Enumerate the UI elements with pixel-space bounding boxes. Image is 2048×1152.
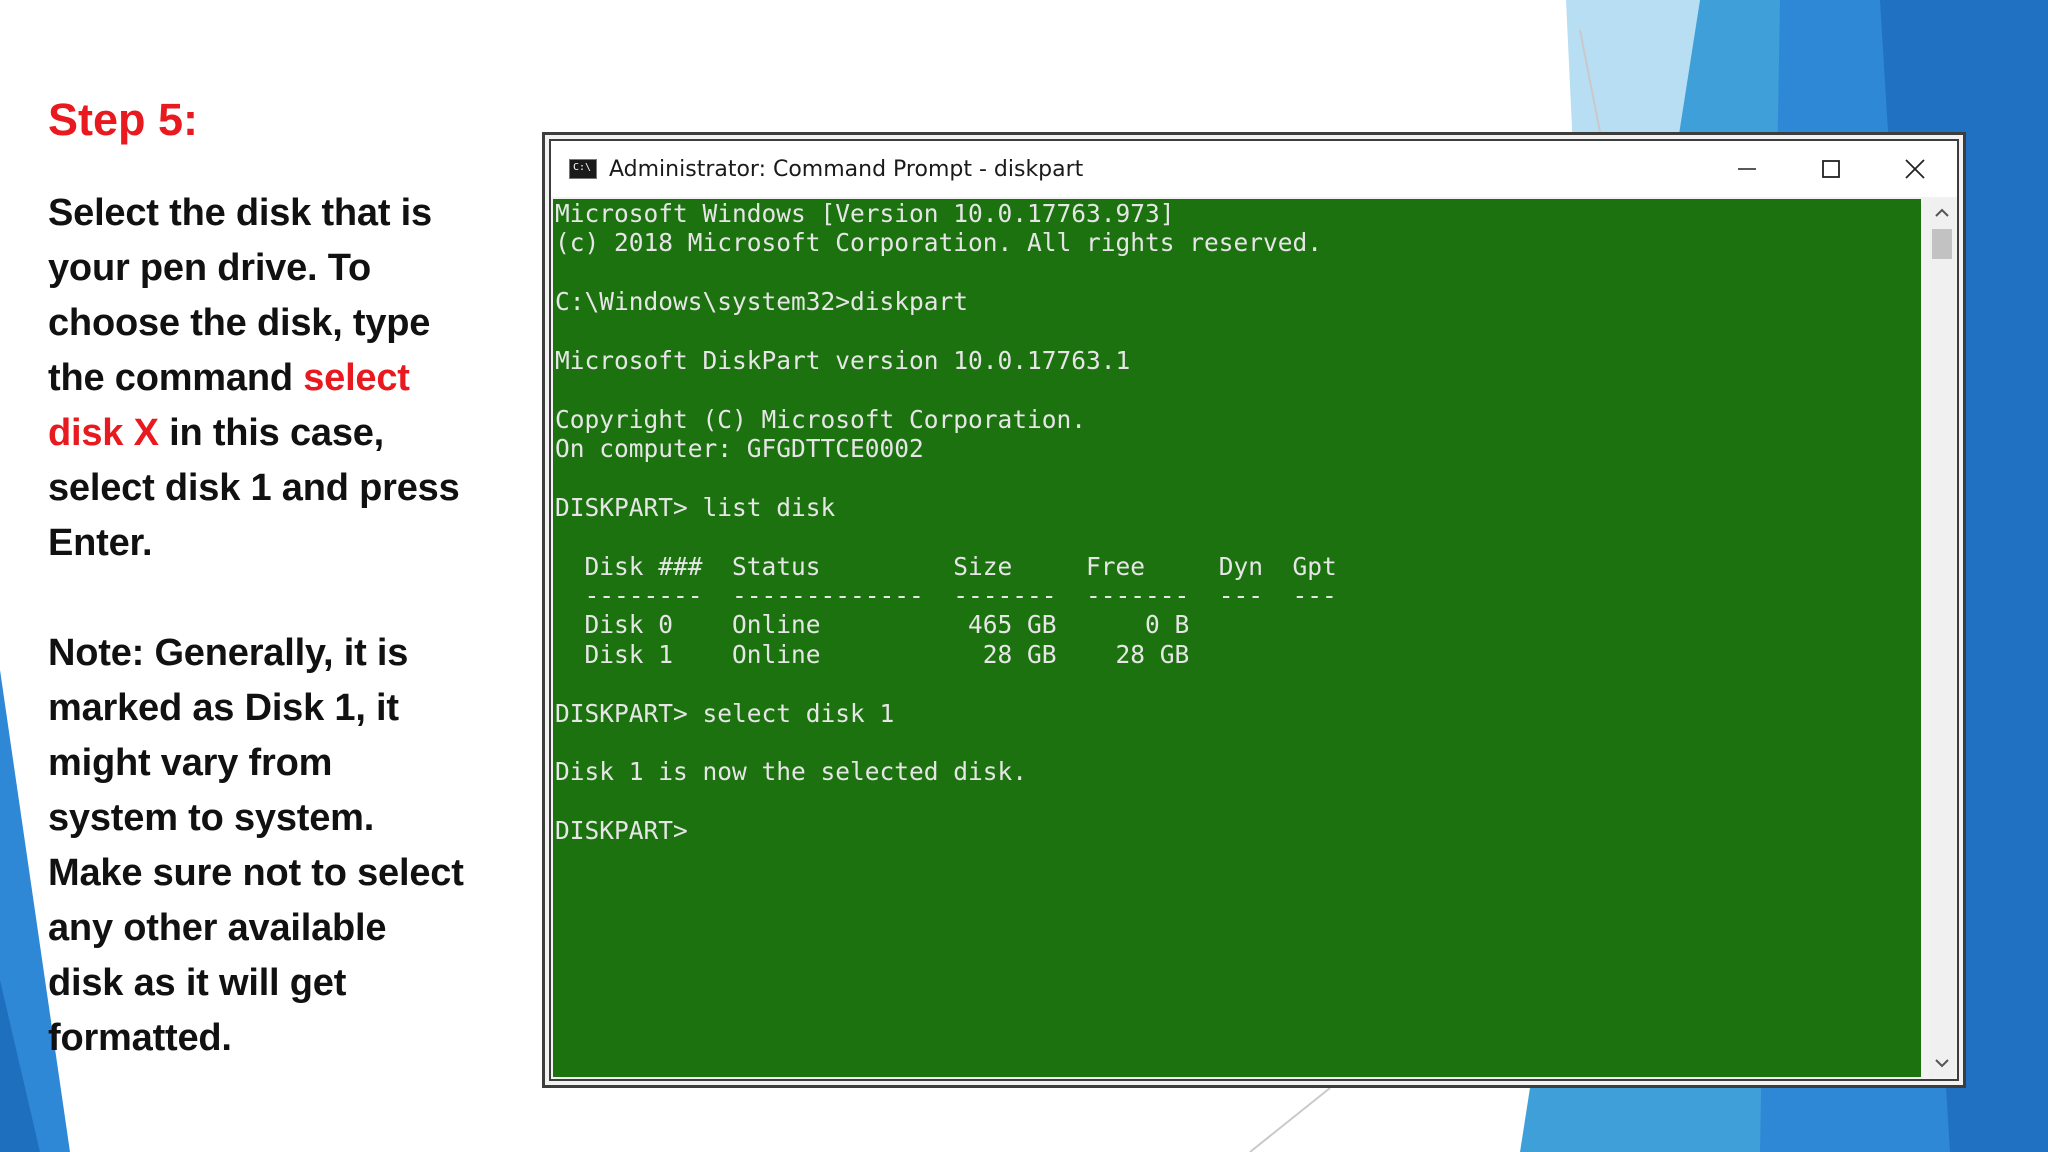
vertical-scrollbar[interactable]: [1929, 199, 1955, 1077]
console-line: DISKPART>: [555, 816, 703, 846]
note-text: Note: Generally, it is marked as Disk 1,…: [48, 632, 464, 1059]
console-line: Disk 0 Online 465 GB 0 B: [555, 610, 1190, 640]
maximize-button[interactable]: [1789, 141, 1873, 197]
command-prompt-window[interactable]: Administrator: Command Prompt - diskpart…: [542, 132, 1966, 1088]
close-button[interactable]: [1873, 141, 1957, 197]
console-line: Disk 1 is now the selected disk.: [555, 757, 1028, 787]
console-line: (c) 2018 Microsoft Corporation. All righ…: [555, 228, 1323, 258]
console-line: DISKPART> select disk 1: [555, 698, 895, 728]
close-icon: [1905, 159, 1925, 179]
maximize-icon: [1822, 160, 1840, 178]
console-line: -------- ------------- ------- ------- -…: [555, 581, 1337, 611]
scrollbar-thumb[interactable]: [1932, 229, 1952, 259]
window-controls: [1705, 141, 1957, 197]
console-line: Microsoft Windows [Version 10.0.17763.97…: [555, 199, 1175, 228]
console-line: On computer: GFGDTTCE0002: [555, 434, 924, 464]
console-line: Disk 1 Online 28 GB 28 GB: [555, 639, 1190, 669]
console-line: C:\Windows\system32>diskpart: [555, 287, 969, 317]
instruction-text: Select the disk that is your pen drive. …: [48, 186, 468, 571]
chevron-up-icon: [1935, 208, 1949, 217]
cmd-icon: [569, 159, 597, 179]
console-line: DISKPART> list disk: [555, 492, 836, 522]
scroll-down-button[interactable]: [1929, 1049, 1955, 1077]
step-title: Step 5:: [48, 94, 199, 145]
console-line: Disk ### Status Size Free Dyn Gpt: [555, 551, 1337, 581]
minimize-button[interactable]: [1705, 141, 1789, 197]
scroll-up-button[interactable]: [1929, 199, 1955, 227]
console-output[interactable]: Microsoft Windows [Version 10.0.17763.97…: [553, 199, 1921, 1077]
slide-text-panel: Step 5: Select the disk that is your pen…: [48, 88, 468, 1066]
chevron-down-icon: [1935, 1059, 1949, 1068]
console-line: Microsoft DiskPart version 10.0.17763.1: [555, 345, 1131, 375]
window-title-bar[interactable]: Administrator: Command Prompt - diskpart: [551, 141, 1957, 197]
console-line: Copyright (C) Microsoft Corporation.: [555, 404, 1087, 434]
window-title: Administrator: Command Prompt - diskpart: [609, 156, 1084, 182]
minimize-icon: [1738, 168, 1756, 170]
